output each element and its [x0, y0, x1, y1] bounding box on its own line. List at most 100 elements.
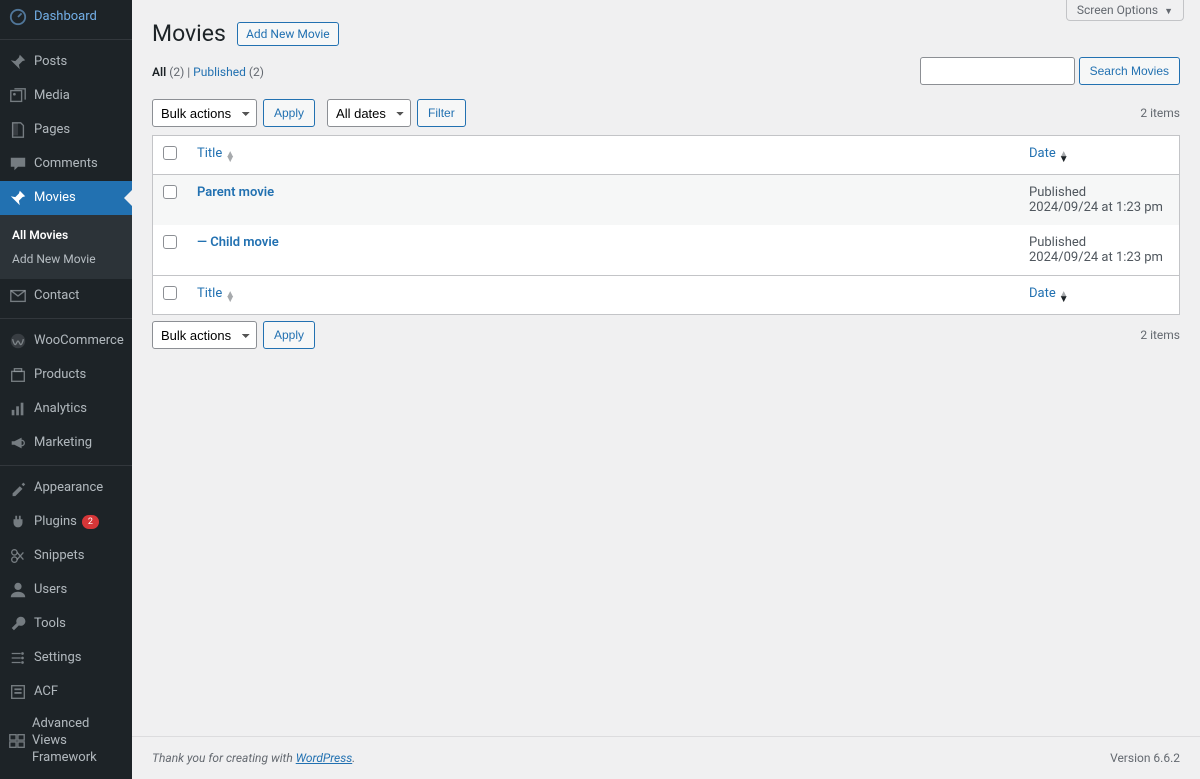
- caret-down-icon: ▼: [1164, 7, 1173, 17]
- pin-icon: [8, 52, 28, 72]
- col-title-header[interactable]: Title▲▼: [187, 136, 1019, 175]
- page-title: Movies: [152, 20, 226, 47]
- dash-icon: [8, 7, 28, 27]
- menu-label: ACF: [34, 684, 58, 701]
- analytics-icon: [8, 399, 28, 419]
- menu-label: WooCommerce: [34, 333, 124, 350]
- row-checkbox[interactable]: [163, 185, 177, 199]
- row-title-link[interactable]: Parent movie: [197, 185, 274, 200]
- search-box: Search Movies: [920, 57, 1180, 85]
- bulk-actions-select-bottom[interactable]: Bulk actions: [152, 321, 257, 349]
- menu-label: Pages: [34, 122, 70, 139]
- submenu-item-all-movies[interactable]: All Movies: [0, 223, 132, 247]
- sort-icon: ▲▼: [225, 152, 235, 162]
- status-filters: All (2) | Published (2): [152, 65, 264, 79]
- menu-label: Advanced Views Framework: [32, 716, 124, 767]
- menu-item-plugins[interactable]: Plugins 2: [0, 505, 132, 539]
- menu-item-woocommerce[interactable]: WooCommerce: [0, 324, 132, 358]
- plugin-icon: [8, 512, 28, 532]
- bulk-actions-select[interactable]: Bulk actions: [152, 99, 257, 127]
- admin-sidebar: Dashboard Posts Media Pages Comments Movies Al…: [0, 0, 132, 779]
- settings-icon: [8, 648, 28, 668]
- menu-item-settings[interactable]: Settings: [0, 641, 132, 675]
- admin-footer: Thank you for creating with WordPress. V…: [132, 736, 1200, 779]
- dates-select[interactable]: All dates: [327, 99, 411, 127]
- menu-item-pages[interactable]: Pages: [0, 113, 132, 147]
- menu-label: Movies: [34, 190, 76, 207]
- menu-label: Dashboard: [34, 9, 97, 26]
- menu-label: Posts: [34, 54, 67, 71]
- menu-label: Analytics: [34, 401, 87, 418]
- submenu: All MoviesAdd New Movie: [0, 215, 132, 279]
- sort-icon: ▲▼: [1059, 152, 1069, 162]
- media-icon: [8, 86, 28, 106]
- row-title-link[interactable]: — Child movie: [197, 235, 279, 250]
- row-checkbox[interactable]: [163, 235, 177, 249]
- table-row: Parent movie Published2024/09/24 at 1:23 …: [153, 175, 1179, 225]
- menu-item-analytics[interactable]: Analytics: [0, 392, 132, 426]
- marketing-icon: [8, 433, 28, 453]
- sort-icon: ▲▼: [225, 292, 235, 302]
- screen-options-label: Screen Options: [1077, 3, 1158, 17]
- submenu-item-add-new-movie[interactable]: Add New Movie: [0, 247, 132, 271]
- menu-label: Appearance: [34, 480, 103, 497]
- menu-item-movies[interactable]: Movies: [0, 181, 132, 215]
- menu-item-advanced-views-framework[interactable]: Advanced Views Framework: [0, 709, 132, 774]
- user-icon: [8, 580, 28, 600]
- menu-label: Snippets: [34, 548, 85, 565]
- apply-button-bottom[interactable]: Apply: [263, 321, 315, 349]
- menu-label: Settings: [34, 650, 81, 667]
- menu-label: Marketing: [34, 435, 92, 452]
- posts-table: Title▲▼ Date▲▼ Parent movie Published2024…: [152, 135, 1180, 315]
- col-date-footer[interactable]: Date▲▼: [1019, 275, 1179, 314]
- acf-icon: [8, 682, 28, 702]
- search-button[interactable]: Search Movies: [1079, 57, 1180, 85]
- select-all-checkbox-footer[interactable]: [163, 286, 177, 300]
- menu-item-acf[interactable]: ACF: [0, 675, 132, 709]
- main-content: Screen Options ▼ Movies Add New Movie Al…: [132, 0, 1200, 779]
- menu-label: Tools: [34, 616, 66, 633]
- menu-item-posts[interactable]: Posts: [0, 45, 132, 79]
- menu-item-dashboard[interactable]: Dashboard: [0, 0, 132, 34]
- search-input[interactable]: [920, 57, 1075, 85]
- tool-icon: [8, 614, 28, 634]
- table-row: — Child movie Published2024/09/24 at 1:23…: [153, 225, 1179, 275]
- row-date: Published2024/09/24 at 1:23 pm: [1019, 175, 1179, 225]
- menu-label: Plugins: [34, 514, 77, 531]
- row-date: Published2024/09/24 at 1:23 pm: [1019, 225, 1179, 275]
- col-title-footer[interactable]: Title▲▼: [187, 275, 1019, 314]
- version-text: Version 6.6.2: [1110, 751, 1180, 765]
- menu-item-products[interactable]: Products: [0, 358, 132, 392]
- menu-item-tools[interactable]: Tools: [0, 607, 132, 641]
- add-new-button[interactable]: Add New Movie: [237, 22, 339, 46]
- menu-item-marketing[interactable]: Marketing: [0, 426, 132, 460]
- appearance-icon: [8, 478, 28, 498]
- apply-button[interactable]: Apply: [263, 99, 315, 127]
- col-date-header[interactable]: Date▲▼: [1019, 136, 1179, 175]
- select-all-checkbox[interactable]: [163, 146, 177, 160]
- menu-item-contact[interactable]: Contact: [0, 279, 132, 313]
- tablenav-top: Bulk actions Apply All dates Filter 2 it…: [152, 93, 1180, 133]
- menu-item-users[interactable]: Users: [0, 573, 132, 607]
- filter-all[interactable]: All (2): [152, 65, 187, 79]
- product-icon: [8, 365, 28, 385]
- screen-options-button[interactable]: Screen Options ▼: [1066, 0, 1184, 21]
- menu-item-media[interactable]: Media: [0, 79, 132, 113]
- update-badge: 2: [82, 515, 99, 530]
- filter-button[interactable]: Filter: [417, 99, 466, 127]
- menu-item-appearance[interactable]: Appearance: [0, 471, 132, 505]
- contact-icon: [8, 286, 28, 306]
- menu-label: Media: [34, 88, 70, 105]
- items-count-bottom: 2 items: [1140, 328, 1180, 342]
- menu-label: Users: [34, 582, 67, 599]
- menu-item-comments[interactable]: Comments: [0, 147, 132, 181]
- pin-icon: [8, 188, 28, 208]
- sort-icon: ▲▼: [1059, 292, 1069, 302]
- wordpress-link[interactable]: WordPress: [296, 751, 353, 765]
- tablenav-bottom: Bulk actions Apply 2 items: [152, 315, 1180, 355]
- filter-published[interactable]: Published (2): [193, 65, 264, 79]
- views-icon: [8, 731, 26, 751]
- menu-label: Comments: [34, 156, 98, 173]
- woo-icon: [8, 331, 28, 351]
- menu-item-snippets[interactable]: Snippets: [0, 539, 132, 573]
